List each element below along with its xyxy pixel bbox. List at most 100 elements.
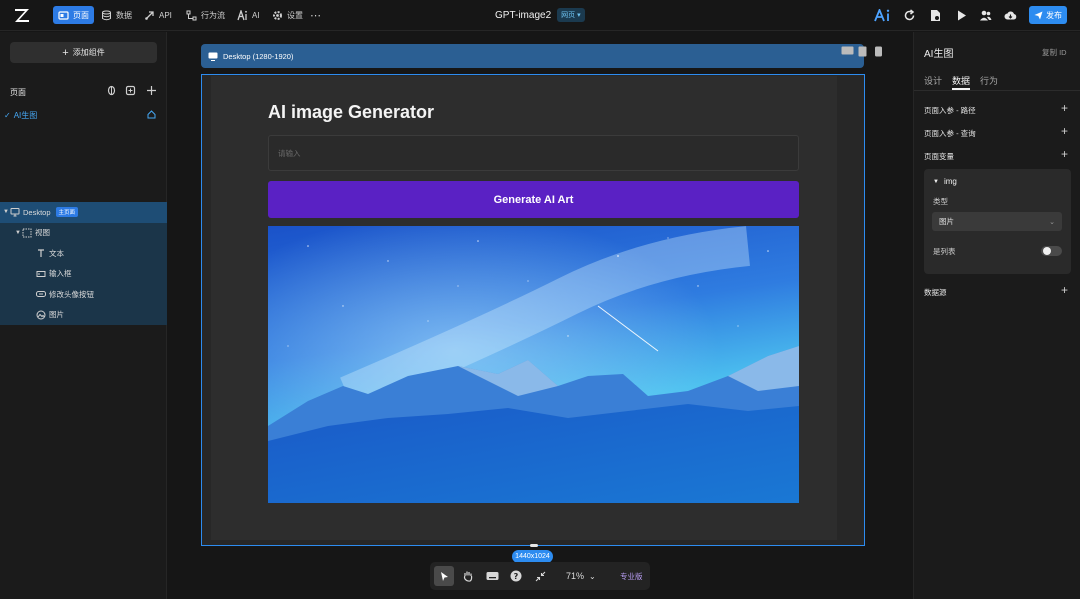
variable-header[interactable]: ▼ img <box>933 177 957 186</box>
tree-item-button[interactable]: 修改头像按钮 <box>0 284 167 305</box>
tree-item-label: 修改头像按钮 <box>49 289 94 299</box>
keyboard-shortcuts-button[interactable] <box>482 566 502 586</box>
tablet-device-icon[interactable] <box>858 46 867 57</box>
canvas-toolbar: ? 71% ⌄ 专业版 <box>430 562 650 590</box>
input-icon <box>36 270 46 277</box>
app-logo[interactable] <box>13 7 31 24</box>
nav-flow[interactable]: 行为流 <box>181 6 230 24</box>
add-page-var-icon[interactable]: + <box>1061 147 1068 161</box>
add-data-source-icon[interactable]: + <box>1061 283 1068 297</box>
nav-api[interactable]: API <box>139 6 177 24</box>
page-item-ai[interactable]: ✓ AI生图 <box>4 110 37 121</box>
pro-badge[interactable]: 专业版 <box>620 571 643 582</box>
hand-icon <box>463 571 473 582</box>
mobile-device-icon[interactable] <box>874 46 883 57</box>
mode-badge[interactable]: 网页 ▾ <box>557 8 585 22</box>
add-query-param-icon[interactable]: + <box>1061 124 1068 138</box>
generate-button[interactable]: Generate AI Art <box>268 181 799 218</box>
tree-item-label: Desktop <box>23 207 51 217</box>
play-icon[interactable] <box>955 9 968 22</box>
frame-label: Desktop (1280-1920) <box>223 51 294 61</box>
fit-screen-button[interactable] <box>530 566 550 586</box>
chevron-down-icon: ⌄ <box>1049 218 1055 226</box>
select-tool-button[interactable] <box>434 566 454 586</box>
pages-heading: 页面 <box>10 88 26 97</box>
nav-page-label: 页面 <box>73 10 89 20</box>
resize-handle[interactable] <box>530 544 538 547</box>
nav-flow-label: 行为流 <box>201 10 225 20</box>
desktop-device-icon[interactable] <box>841 46 854 57</box>
main-page-badge: 主页面 <box>55 207 79 218</box>
ai-icon <box>237 9 247 20</box>
publish-button[interactable]: 发布 <box>1029 6 1067 24</box>
nav-settings[interactable]: 设置 <box>267 6 308 24</box>
route-params-heading: 页面入参 - 路径 <box>924 106 976 115</box>
nav-settings-label: 设置 <box>287 10 303 20</box>
app-title: GPT-image2 <box>495 9 552 21</box>
page-heading[interactable]: AI image Generator <box>268 102 434 123</box>
tree-item-view[interactable]: ▼ 视图 <box>0 222 167 243</box>
check-icon: ✓ <box>4 111 11 120</box>
left-panel: + 添加组件 页面 ✓ AI生图 ▼ Desktop 主页面 ▼ 视图 文本 输 <box>0 32 167 599</box>
users-icon[interactable] <box>979 9 992 22</box>
text-icon <box>38 249 44 258</box>
page-view[interactable]: AI image Generator 请输入 Generate AI Art <box>211 76 837 540</box>
generate-button-label: Generate AI Art <box>493 193 574 206</box>
page-settings-icon[interactable] <box>106 85 117 96</box>
ai-assistant-icon[interactable] <box>874 9 892 22</box>
editor-canvas[interactable]: Desktop (1280-1920) AI image Generator 请… <box>168 32 912 599</box>
image-icon <box>36 310 46 320</box>
tab-behavior[interactable]: 行为 <box>980 74 998 87</box>
tree-item-text[interactable]: 文本 <box>0 243 167 264</box>
caret-down-icon[interactable]: ▼ <box>2 209 10 215</box>
nav-api-label: API <box>159 10 172 20</box>
desktop-frame[interactable]: AI image Generator 请输入 Generate AI Art <box>201 74 865 546</box>
tree-item-input[interactable]: 输入框 <box>0 263 167 284</box>
nav-ai-label: AI <box>252 10 260 20</box>
refresh-icon[interactable] <box>903 9 916 22</box>
add-page-icon[interactable] <box>146 85 157 96</box>
page-item-label: AI生图 <box>13 111 38 120</box>
layer-tree: ▼ Desktop 主页面 ▼ 视图 文本 输入框 修改头像按钮 图片 <box>0 202 167 325</box>
zoom-value: 71% <box>566 571 585 581</box>
type-select[interactable]: 图片 ⌄ <box>932 212 1062 231</box>
cursor-icon <box>440 571 448 581</box>
chevron-down-icon: ⌄ <box>589 571 596 581</box>
add-component-button[interactable]: + 添加组件 <box>10 42 157 63</box>
add-route-param-icon[interactable]: + <box>1061 101 1068 115</box>
cloud-download-icon[interactable] <box>1004 9 1017 22</box>
tree-item-image[interactable]: 图片 <box>0 304 167 325</box>
prompt-input[interactable]: 请输入 <box>268 135 799 171</box>
is-list-toggle[interactable] <box>1041 246 1062 256</box>
tree-item-label: 文本 <box>49 248 64 258</box>
duplicate-page-icon[interactable] <box>125 85 136 96</box>
tab-data[interactable]: 数据 <box>952 74 970 87</box>
document-settings-icon[interactable] <box>929 9 942 22</box>
frame-header[interactable]: Desktop (1280-1920) <box>201 44 864 68</box>
caret-down-icon[interactable]: ▼ <box>14 230 22 236</box>
tree-item-desktop[interactable]: ▼ Desktop 主页面 <box>0 202 167 223</box>
collapse-icon <box>535 571 545 581</box>
more-menu-icon[interactable]: ⋯ <box>305 6 326 24</box>
keyboard-icon <box>486 572 498 580</box>
nav-ai[interactable]: AI <box>232 6 265 24</box>
copy-id-button[interactable]: 复制 ID <box>1042 47 1067 58</box>
tab-design[interactable]: 设计 <box>924 74 942 87</box>
help-button[interactable]: ? <box>506 566 526 586</box>
tree-item-label: 视图 <box>35 228 50 238</box>
variable-name: img <box>943 177 957 186</box>
plus-icon: + <box>62 46 69 59</box>
right-panel: AI生图 复制 ID 设计 数据 行为 页面入参 - 路径 + 页面入参 - 查… <box>913 32 1080 599</box>
nav-data[interactable]: 数据 <box>96 6 137 24</box>
is-list-label: 是列表 <box>933 247 956 256</box>
api-icon <box>145 10 154 20</box>
tree-item-label: 图片 <box>49 310 64 320</box>
zoom-control[interactable]: 71% ⌄ <box>566 571 596 581</box>
nav-page[interactable]: 页面 <box>53 6 94 24</box>
top-bar: 页面 数据 API 行为流 AI 设置 ⋯ GPT-image2 网页 ▾ 发布 <box>0 0 1080 31</box>
view-icon <box>22 228 32 238</box>
hand-tool-button[interactable] <box>458 566 478 586</box>
home-icon[interactable] <box>147 110 156 119</box>
generated-image[interactable] <box>268 226 799 503</box>
gear-icon <box>273 10 282 20</box>
